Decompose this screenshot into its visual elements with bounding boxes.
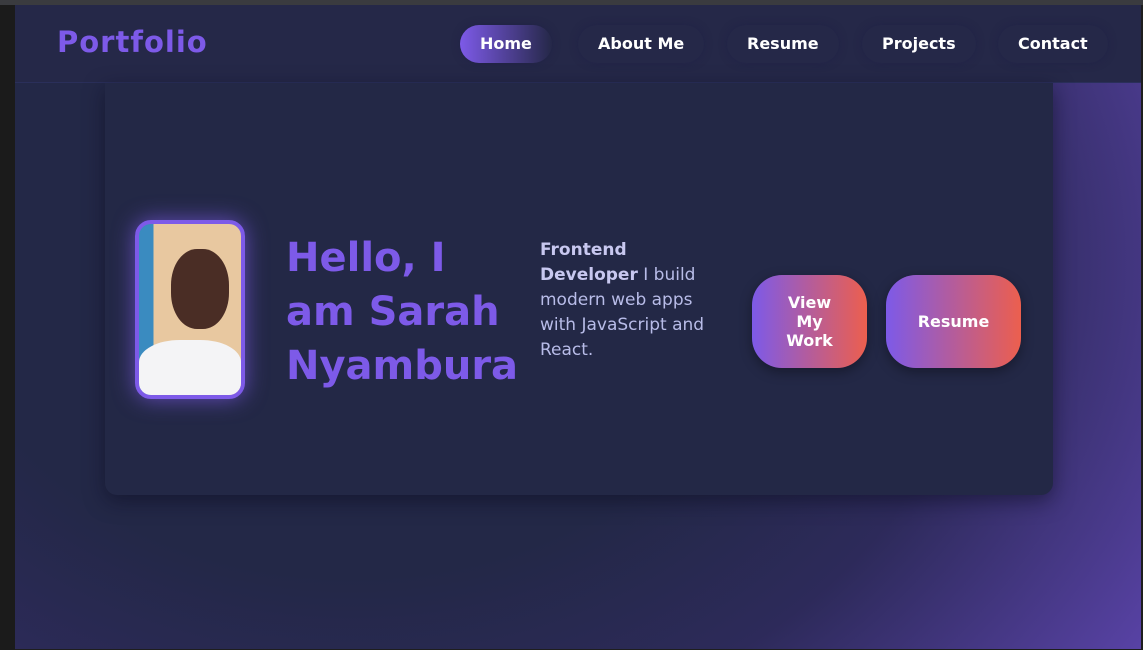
window-left-bar — [0, 5, 15, 650]
page: Portfolio Home About Me Resume Projects … — [15, 5, 1141, 649]
resume-button[interactable]: Resume — [886, 275, 1021, 368]
navbar: Portfolio Home About Me Resume Projects … — [15, 5, 1141, 83]
role: Frontend Developer — [540, 240, 638, 285]
photo-shirt — [139, 340, 241, 395]
view-work-button[interactable]: View My Work — [752, 275, 867, 368]
nav-projects[interactable]: Projects — [862, 25, 976, 63]
profile-photo — [135, 220, 245, 399]
photo-face — [171, 249, 229, 329]
hero-description: Frontend Developer I build modern web ap… — [540, 238, 715, 363]
nav-resume[interactable]: Resume — [727, 25, 839, 63]
nav-about[interactable]: About Me — [578, 25, 704, 63]
nav-contact[interactable]: Contact — [998, 25, 1108, 63]
hero-title: Hello, I am Sarah Nyambura — [286, 235, 519, 389]
nav-home[interactable]: Home — [460, 25, 552, 63]
logo[interactable]: Portfolio — [57, 25, 208, 59]
